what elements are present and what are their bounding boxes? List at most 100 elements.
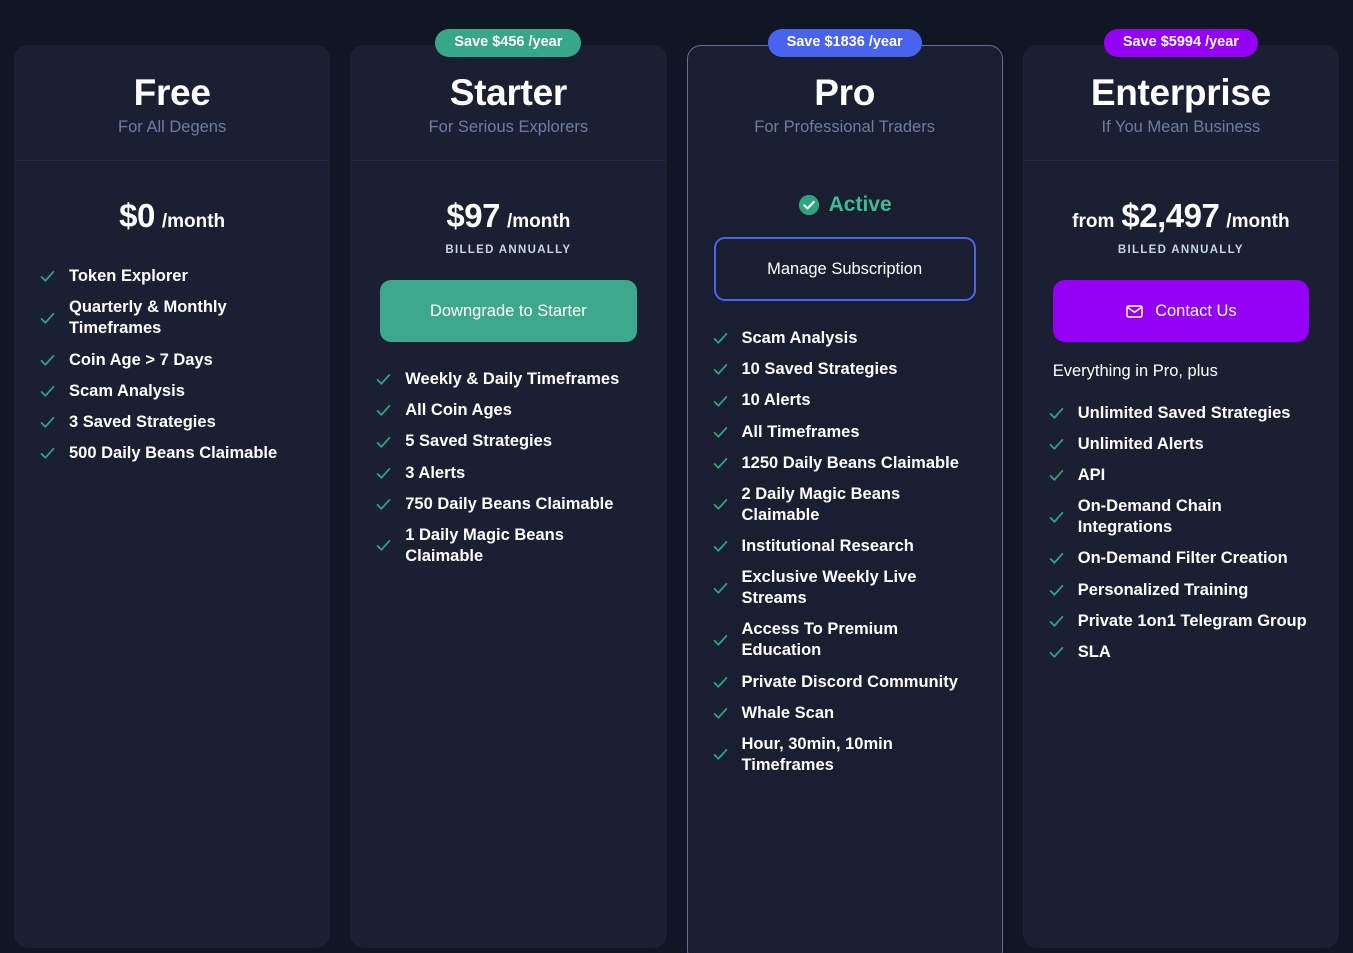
plan-card-body: Starter For Serious Explorers $97 /month… xyxy=(350,45,667,948)
price-period: /month xyxy=(506,211,571,233)
feature-label: Institutional Research xyxy=(741,537,914,555)
check-icon xyxy=(1048,467,1065,484)
check-icon xyxy=(39,352,56,369)
feature-item: Exclusive Weekly Live Streams xyxy=(712,562,980,614)
check-icon xyxy=(712,580,729,597)
plan-header: Pro For Professional Traders xyxy=(688,46,1002,146)
feature-item: Hour, 30min, 10min Timeframes xyxy=(712,729,980,781)
plan-price-block: $97 /month BILLED ANNUALLY xyxy=(351,161,665,280)
plan-status-block: Active xyxy=(688,146,1002,237)
feature-label: 5 Saved Strategies xyxy=(405,432,552,451)
check-icon xyxy=(712,496,729,513)
feature-label: 3 Alerts xyxy=(405,463,466,482)
feature-item: Institutional Research xyxy=(712,531,980,562)
check-icon xyxy=(1048,509,1065,526)
status-label: Active xyxy=(828,193,892,217)
check-icon xyxy=(39,414,56,431)
save-badge: Save $456 /year xyxy=(435,29,582,57)
check-icon xyxy=(375,537,392,554)
plan-header: Starter For Serious Explorers xyxy=(351,46,666,162)
feature-item: 1250 Daily Beans Claimable xyxy=(712,448,980,479)
mail-icon xyxy=(1125,302,1144,321)
feature-item: 5 Saved Strategies xyxy=(375,426,643,457)
check-icon xyxy=(39,268,56,285)
contact-us-label: Contact Us xyxy=(1155,301,1237,320)
check-icon xyxy=(39,445,56,462)
downgrade-to-starter-button[interactable]: Downgrade to Starter xyxy=(380,280,637,343)
billing-note: BILLED ANNUALLY xyxy=(445,244,572,257)
check-icon xyxy=(712,393,729,410)
price-prefix: from xyxy=(1072,211,1115,233)
check-icon xyxy=(712,632,729,649)
feature-item: Weekly & Daily Timeframes xyxy=(375,364,643,395)
feature-list: Scam Analysis 10 Saved Strategies 10 Ale… xyxy=(688,323,1002,781)
feature-label: Scam Analysis xyxy=(741,329,858,348)
feature-item: Token Explorer xyxy=(39,261,307,292)
plan-card-body: Free For All Degens $0 /month Token Expl… xyxy=(14,45,331,948)
check-icon xyxy=(1048,582,1065,599)
feature-label: 10 Alerts xyxy=(741,391,811,410)
price-period: /month xyxy=(1226,211,1290,233)
feature-label: 750 Daily Beans Claimable xyxy=(405,494,614,513)
check-icon xyxy=(375,371,392,388)
cta-zone: Downgrade to Starter xyxy=(351,280,665,343)
feature-item: 3 Saved Strategies xyxy=(39,407,307,438)
price-amount: $97 xyxy=(446,197,500,235)
feature-item: Unlimited Alerts xyxy=(1048,429,1316,460)
pricing-plans-grid: Free For All Degens $0 /month Token Expl… xyxy=(0,0,1353,953)
feature-item: Quarterly & Monthly Timeframes xyxy=(39,292,307,344)
check-icon xyxy=(712,746,729,763)
feature-label: 10 Saved Strategies xyxy=(741,360,898,379)
feature-item: Personalized Training xyxy=(1048,575,1316,606)
feature-label: 1 Daily Magic Beans Claimable xyxy=(405,525,564,565)
feature-label: All Timeframes xyxy=(741,422,860,441)
status-badge: Active xyxy=(704,193,986,217)
feature-label: 500 Daily Beans Claimable xyxy=(69,443,278,462)
check-icon xyxy=(39,383,56,400)
plan-tagline: For Professional Traders xyxy=(754,118,935,137)
feature-label: Unlimited Alerts xyxy=(1077,434,1204,453)
check-icon xyxy=(1048,405,1065,422)
feature-item: All Timeframes xyxy=(712,417,980,448)
price-period: /month xyxy=(161,211,226,233)
check-circle-icon xyxy=(798,194,820,216)
plan-card-starter: Save $456 /year Starter For Serious Expl… xyxy=(350,29,667,948)
check-icon xyxy=(712,330,729,347)
feature-list: Unlimited Saved Strategies Unlimited Ale… xyxy=(1024,398,1338,668)
plan-card-body: Enterprise If You Mean Business from $2,… xyxy=(1022,45,1339,948)
billing-note: BILLED ANNUALLY xyxy=(1117,244,1244,257)
feature-item: Whale Scan xyxy=(712,698,980,729)
contact-us-button[interactable]: Contact Us xyxy=(1052,280,1309,343)
feature-label: API xyxy=(1077,466,1106,485)
feature-item: Private Discord Community xyxy=(712,667,980,698)
feature-item: Unlimited Saved Strategies xyxy=(1048,398,1316,429)
plan-card-free: Free For All Degens $0 /month Token Expl… xyxy=(14,29,331,948)
plan-header: Free For All Degens xyxy=(15,46,330,162)
check-icon xyxy=(712,455,729,472)
plan-header: Enterprise If You Mean Business xyxy=(1023,46,1338,162)
feature-label: Access To Premium Education xyxy=(741,620,899,660)
save-badge: Save $1836 /year xyxy=(767,29,922,57)
feature-item: Private 1on1 Telegram Group xyxy=(1048,606,1316,637)
plan-name: Enterprise xyxy=(1090,72,1271,113)
feature-item: Access To Premium Education xyxy=(712,614,980,666)
check-icon xyxy=(1048,613,1065,630)
feature-label: Private 1on1 Telegram Group xyxy=(1077,611,1307,630)
check-icon xyxy=(1048,644,1065,661)
feature-label: Coin Age > 7 Days xyxy=(69,350,213,369)
feature-label: 2 Daily Magic Beans Claimable xyxy=(741,484,901,524)
feature-label: Quarterly & Monthly Timeframes xyxy=(69,298,227,338)
feature-label: Scam Analysis xyxy=(69,381,185,400)
feature-label: Weekly & Daily Timeframes xyxy=(405,370,620,389)
feature-item: On-Demand Filter Creation xyxy=(1048,543,1316,574)
feature-list: Weekly & Daily Timeframes All Coin Ages … xyxy=(351,364,665,572)
plan-name: Free xyxy=(133,72,211,113)
check-icon xyxy=(712,674,729,691)
plan-tagline: For Serious Explorers xyxy=(428,118,589,137)
plan-card-body: Pro For Professional Traders Active Mana… xyxy=(686,45,1003,953)
plan-name: Starter xyxy=(449,72,567,113)
feature-item: Scam Analysis xyxy=(39,376,307,407)
feature-label: Exclusive Weekly Live Streams xyxy=(741,568,917,608)
manage-subscription-button[interactable]: Manage Subscription xyxy=(713,237,976,302)
feature-label: On-Demand Filter Creation xyxy=(1077,549,1288,568)
